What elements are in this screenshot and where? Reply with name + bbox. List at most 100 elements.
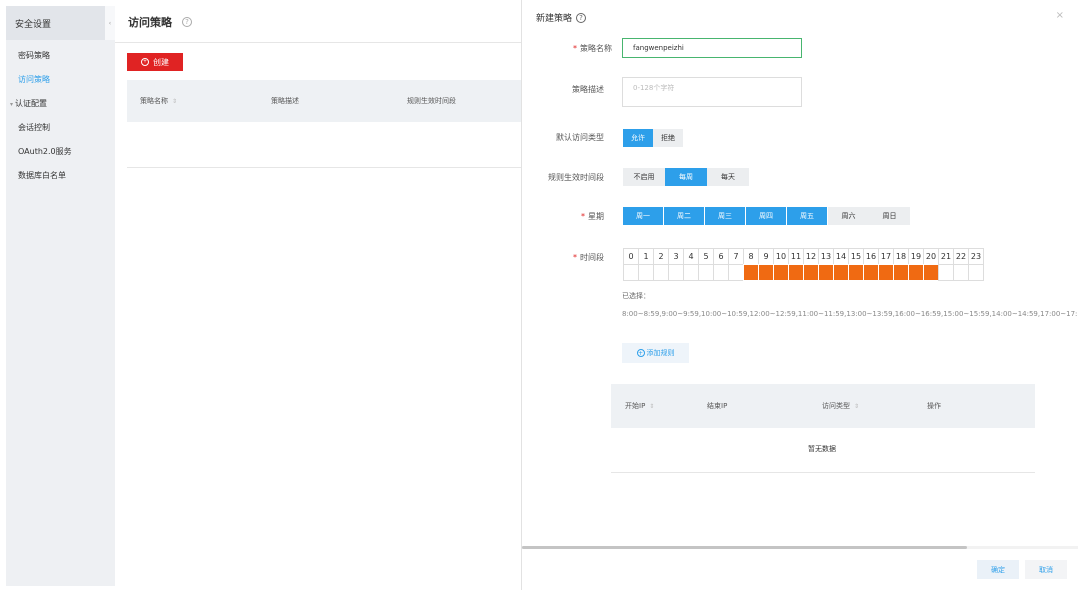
drawer-title-text: 新建策略	[536, 14, 573, 24]
time-slot-label: * 时间段	[514, 252, 604, 263]
hour-slot-cell[interactable]	[938, 264, 954, 281]
hour-slot-cell[interactable]	[953, 264, 969, 281]
horizontal-scrollbar[interactable]	[522, 546, 967, 549]
close-icon[interactable]: ×	[1056, 10, 1064, 21]
confirm-button[interactable]: 确定	[977, 560, 1019, 579]
hour-slot-cell[interactable]	[773, 264, 789, 281]
column-header-effective-time: 规则生效时间段	[407, 96, 456, 106]
hour-label: 19	[908, 248, 924, 265]
hour-label: 20	[923, 248, 939, 265]
cancel-button[interactable]: 取消	[1025, 560, 1067, 579]
sidebar-item-auth-config[interactable]: ▾ 认证配置	[6, 92, 115, 116]
hour-slot-cell[interactable]	[923, 264, 939, 281]
new-policy-drawer: 新建策略 ? × *策略名称 策略描述 默认访问类型 允许 拒绝 规则生效时间段…	[521, 0, 1078, 590]
hour-slot-cell[interactable]	[668, 264, 684, 281]
weekday-label: * 星期	[514, 211, 604, 222]
required-mark: *	[573, 44, 577, 53]
hour-label: 13	[818, 248, 834, 265]
hour-slot-cell[interactable]	[623, 264, 639, 281]
help-icon[interactable]: ?	[182, 17, 192, 27]
weekday-button[interactable]: 周六	[828, 207, 869, 225]
weekday-selector: 周一 周二 周三 周四 周五 周六 周日	[623, 207, 910, 225]
sidebar-item-session-control[interactable]: 会话控制	[6, 116, 115, 140]
hour-label: 17	[878, 248, 894, 265]
hour-slot-cell[interactable]	[713, 264, 729, 281]
required-mark: *	[573, 253, 577, 262]
column-header-policy-desc: 策略描述	[271, 96, 299, 106]
hour-slot-cell[interactable]	[758, 264, 774, 281]
hour-slot-cell[interactable]	[968, 264, 984, 281]
sort-icon[interactable]: ⇕	[172, 98, 177, 105]
hour-slot-cell[interactable]	[818, 264, 834, 281]
chevron-down-icon: ▾	[10, 101, 14, 108]
access-allow-button[interactable]: 允许	[623, 129, 653, 147]
sort-icon[interactable]: ⇕	[854, 403, 859, 410]
ip-table-header: 开始IP ⇕ 结束IP 访问类型 ⇕ 操作	[611, 384, 1035, 428]
column-header-policy-name[interactable]: 策略名称 ⇕	[140, 96, 177, 106]
hour-label: 15	[848, 248, 864, 265]
hour-slot-cell[interactable]	[638, 264, 654, 281]
weekday-button[interactable]: 周三	[705, 207, 746, 225]
weekday-button[interactable]: 周二	[664, 207, 705, 225]
policy-name-input[interactable]	[622, 38, 802, 58]
column-header-access-type[interactable]: 访问类型 ⇕	[822, 401, 859, 411]
hour-label: 22	[953, 248, 969, 265]
add-rule-button[interactable]: + 添加规则	[622, 343, 689, 363]
hour-label: 12	[803, 248, 819, 265]
sidebar-item-access-policy[interactable]: 访问策略	[6, 68, 115, 92]
collapse-sidebar-icon[interactable]: ‹	[105, 6, 115, 40]
weekday-button[interactable]: 周五	[787, 207, 828, 225]
policy-desc-textarea[interactable]	[622, 77, 802, 107]
column-header-start-ip[interactable]: 开始IP ⇕	[625, 401, 654, 411]
hour-label: 2	[653, 248, 669, 265]
plus-circle-icon: +	[636, 349, 645, 357]
weekday-button[interactable]: 周四	[746, 207, 787, 225]
sidebar-item-label: 数据库白名单	[18, 171, 66, 180]
hour-slot-cell[interactable]	[878, 264, 894, 281]
sidebar-item-label: OAuth2.0服务	[18, 147, 72, 156]
hour-label: 4	[683, 248, 699, 265]
sort-icon[interactable]: ⇕	[649, 403, 654, 410]
required-mark: *	[581, 212, 585, 221]
weekday-button[interactable]: 周一	[623, 207, 664, 225]
hour-slot-cell[interactable]	[788, 264, 804, 281]
hour-slot-cell[interactable]	[863, 264, 879, 281]
hour-slot-cell[interactable]	[848, 264, 864, 281]
hour-label: 9	[758, 248, 774, 265]
hour-slot-cell[interactable]	[803, 264, 819, 281]
effective-disabled-button[interactable]: 不启用	[623, 168, 665, 186]
divider	[115, 42, 521, 43]
label-text: 时间段	[580, 253, 604, 262]
sidebar-item-oauth[interactable]: OAuth2.0服务	[6, 140, 115, 164]
hour-select-row	[623, 264, 984, 281]
hour-slot-cell[interactable]	[698, 264, 714, 281]
label-text: 规则生效时间段	[548, 173, 604, 182]
hour-slot-cell[interactable]	[893, 264, 909, 281]
sidebar-item-db-whitelist[interactable]: 数据库白名单	[6, 164, 115, 188]
hour-label: 21	[938, 248, 954, 265]
sidebar-item-password-policy[interactable]: 密码策略	[6, 44, 115, 68]
effective-weekly-button[interactable]: 每周	[665, 168, 707, 186]
hour-slot-cell[interactable]	[728, 264, 744, 281]
hour-slot-cell[interactable]	[653, 264, 669, 281]
hour-slot-cell[interactable]	[908, 264, 924, 281]
help-icon[interactable]: ?	[576, 12, 587, 23]
weekday-button[interactable]: 周日	[869, 207, 910, 225]
plus-circle-icon: +	[141, 58, 149, 66]
sidebar-item-label: 密码策略	[18, 51, 50, 60]
create-button[interactable]: + 创建	[127, 53, 183, 71]
hour-label: 1	[638, 248, 654, 265]
hour-label: 10	[773, 248, 789, 265]
effective-daily-button[interactable]: 每天	[707, 168, 749, 186]
hour-label-row: 0 1 2 3 4 5 6 7 8 9 10 11 12 13 14 15 16 17 18 19 20 21 22 23	[623, 248, 984, 265]
hour-grid: 0 1 2 3 4 5 6 7 8 9 10 11 12 13 14 15 16 17 18 19 20 21 22 23	[623, 248, 984, 281]
hour-label: 3	[668, 248, 684, 265]
access-deny-button[interactable]: 拒绝	[653, 129, 683, 147]
hour-label: 18	[893, 248, 909, 265]
hour-slot-cell[interactable]	[743, 264, 759, 281]
hour-slot-cell[interactable]	[683, 264, 699, 281]
page-title: 访问策略 ?	[128, 14, 192, 30]
hour-slot-cell[interactable]	[833, 264, 849, 281]
column-header-label: 开始IP	[625, 402, 646, 410]
hour-label: 14	[833, 248, 849, 265]
